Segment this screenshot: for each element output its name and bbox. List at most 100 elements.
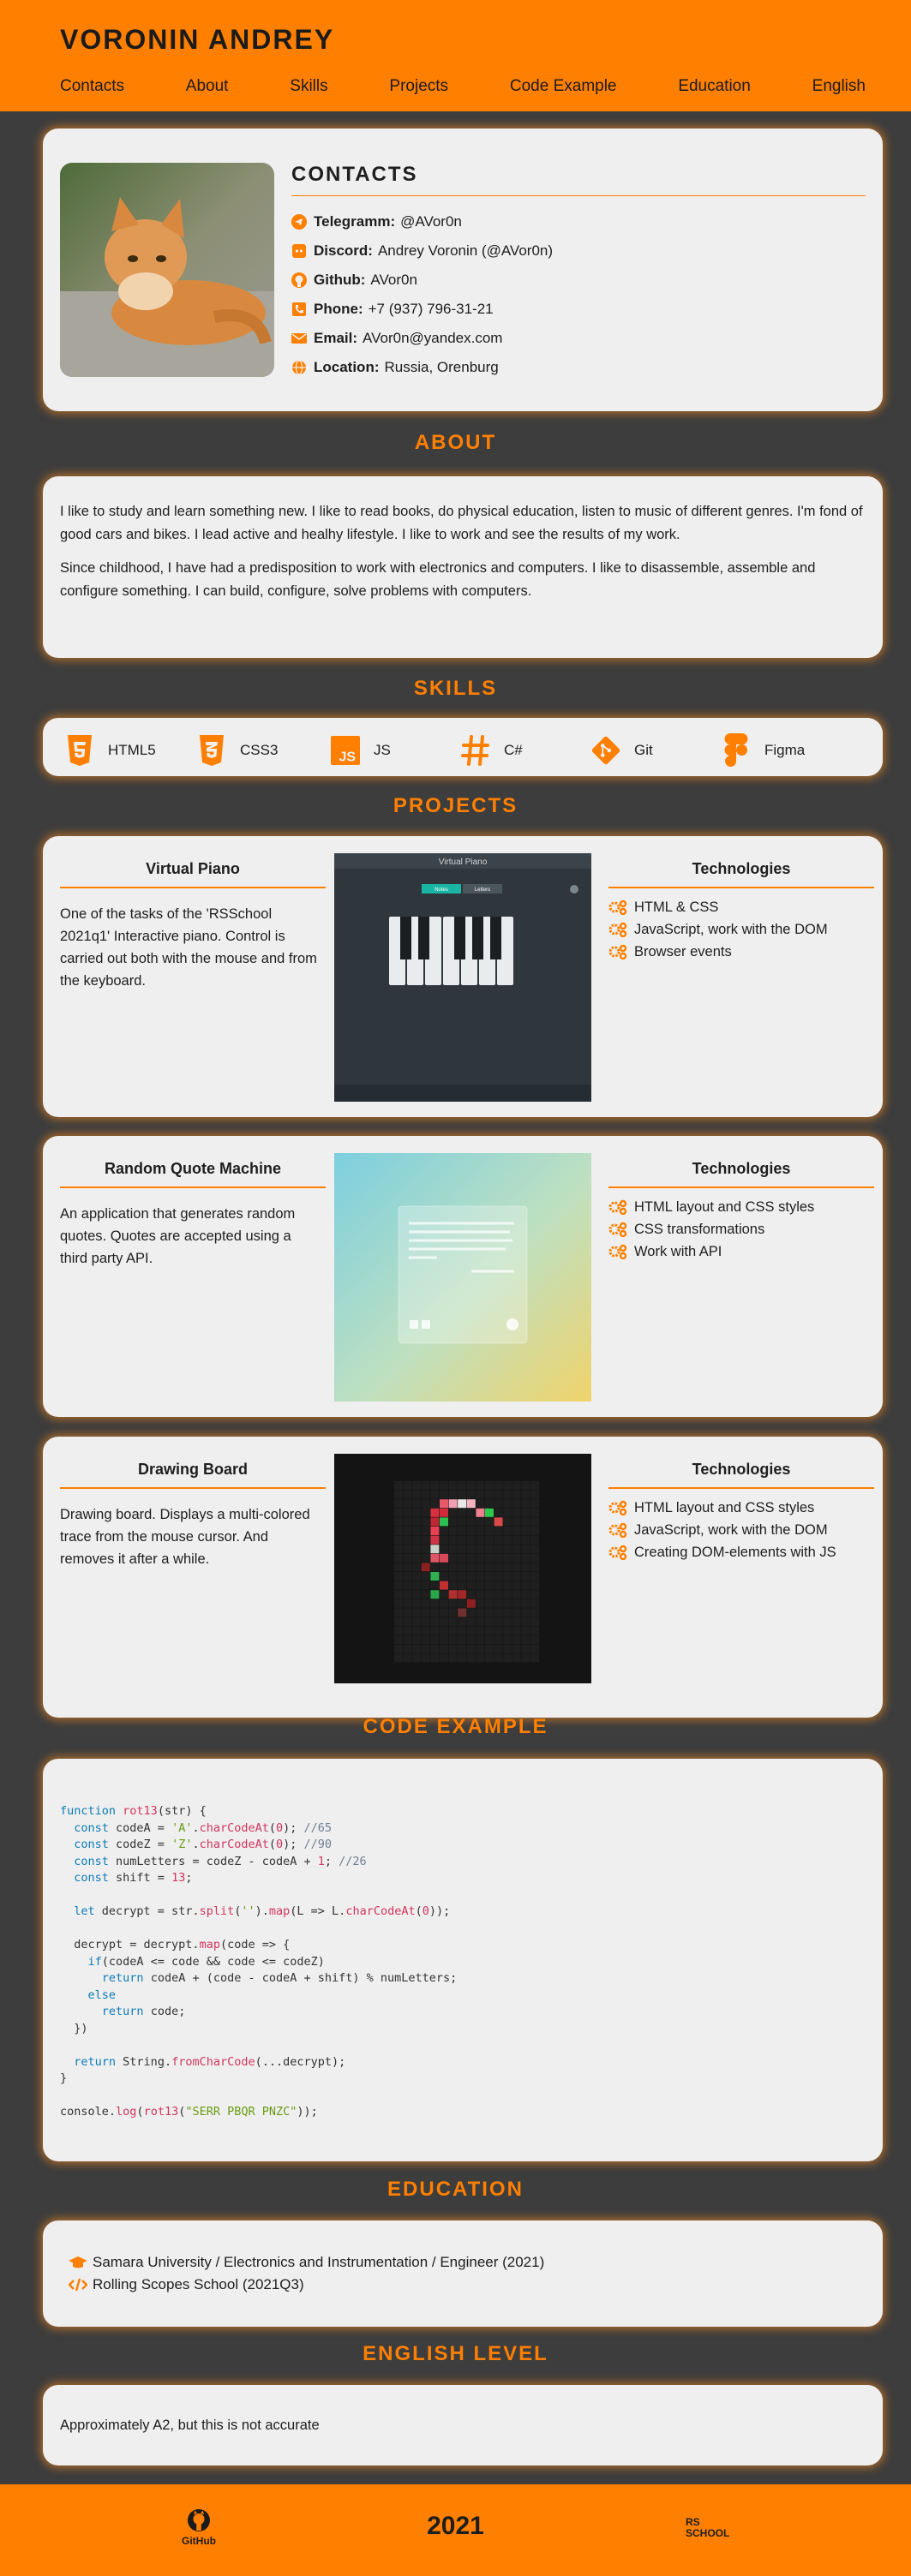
- board-cell: [412, 1572, 422, 1581]
- discord-icon: [291, 243, 307, 259]
- skill-css3: CSS3: [197, 733, 278, 768]
- project-card: Drawing Board Drawing board. Displays a …: [43, 1437, 883, 1718]
- board-cell: [485, 1563, 494, 1572]
- board-cell: [530, 1563, 539, 1572]
- project-screenshot[interactable]: Virtual Piano Notes Letters: [334, 853, 591, 1102]
- js-icon: JS: [331, 733, 360, 768]
- nav-item-skills[interactable]: Skills: [290, 77, 327, 96]
- board-cell: [466, 1635, 476, 1645]
- board-cell: [485, 1572, 494, 1581]
- board-cell: [440, 1635, 448, 1645]
- board-cell: [412, 1581, 422, 1590]
- board-cell: [430, 1490, 440, 1499]
- board-cell: [412, 1481, 422, 1490]
- board-cell: [458, 1481, 467, 1490]
- contact-value: Andrey Voronin (@AVor0n): [377, 242, 554, 259]
- project-screenshot[interactable]: [334, 1153, 591, 1402]
- board-cell: [412, 1608, 422, 1617]
- board-cell: [466, 1599, 476, 1608]
- skill-html5: HTML5: [65, 733, 156, 768]
- skill-label: JS: [374, 742, 391, 758]
- board-cell: [458, 1545, 467, 1554]
- nav-item-about[interactable]: About: [186, 77, 229, 96]
- board-cell: [421, 1644, 430, 1653]
- board-cell: [494, 1508, 503, 1517]
- contacts-title: CONTACTS: [291, 163, 866, 196]
- board-cell: [476, 1572, 485, 1581]
- nav-item-code-example[interactable]: Code Example: [510, 77, 617, 96]
- board-cell: [494, 1499, 503, 1509]
- nav-item-education[interactable]: Education: [678, 77, 751, 96]
- board-cell: [440, 1499, 448, 1509]
- board-cell: [412, 1517, 422, 1527]
- board-cell: [421, 1563, 430, 1572]
- english-title: ENGLISH LEVEL: [363, 2342, 548, 2365]
- board-cell: [440, 1535, 448, 1545]
- tech-title: Technologies: [608, 1461, 874, 1489]
- contact-github[interactable]: Github: AVor0n: [291, 266, 553, 295]
- board-cell: [448, 1490, 458, 1499]
- board-cell: [421, 1499, 430, 1509]
- skill-label: Figma: [764, 742, 806, 758]
- board-cell: [476, 1635, 485, 1645]
- board-cell: [494, 1545, 503, 1554]
- rs-school-logo[interactable]: RS SCHOOL: [686, 2517, 747, 2539]
- contact-telegram[interactable]: Telegramm: @AVor0n: [291, 207, 553, 236]
- board-cell: [440, 1626, 448, 1635]
- board-cell: [394, 1553, 403, 1563]
- board-cell: [412, 1508, 422, 1517]
- board-cell: [466, 1653, 476, 1663]
- board-cell: [530, 1490, 539, 1499]
- tech-item: Creating DOM-elements with JS: [608, 1541, 836, 1563]
- project-screenshot[interactable]: [334, 1454, 591, 1683]
- board-cell: [512, 1572, 521, 1581]
- board-cell: [530, 1581, 539, 1590]
- phone-icon: [291, 302, 307, 317]
- board-cell: [512, 1545, 521, 1554]
- board-cell: [521, 1508, 530, 1517]
- nav-item-projects[interactable]: Projects: [389, 77, 448, 96]
- board-cell: [476, 1563, 485, 1572]
- board-cell: [403, 1617, 412, 1626]
- board-cell: [394, 1581, 403, 1590]
- board-cell: [476, 1545, 485, 1554]
- board-cell: [466, 1626, 476, 1635]
- board-cell: [530, 1499, 539, 1509]
- contact-email[interactable]: Email: AVor0n@yandex.com: [291, 324, 553, 353]
- board-cell: [440, 1599, 448, 1608]
- contact-phone[interactable]: Phone: +7 (937) 796-31-21: [291, 295, 553, 324]
- education-item: Rolling Scopes School (2021Q3): [69, 2274, 883, 2296]
- english-level-text: Approximately A2, but this is not accura…: [60, 2418, 320, 2433]
- education-label: Samara University / Electronics and Inst…: [93, 2254, 545, 2270]
- contact-discord[interactable]: Discord: Andrey Voronin (@AVor0n): [291, 236, 553, 266]
- board-cell: [421, 1553, 430, 1563]
- project-description: One of the tasks of the 'RSSchool 2021q1…: [60, 906, 317, 989]
- board-cell: [485, 1599, 494, 1608]
- board-cell: [503, 1644, 512, 1653]
- telegram-icon: [291, 214, 307, 230]
- board-cell: [440, 1517, 448, 1527]
- board-cell: [458, 1563, 467, 1572]
- board-cell: [403, 1581, 412, 1590]
- board-cell: [412, 1535, 422, 1545]
- board-cell: [421, 1490, 430, 1499]
- skills-card: HTML5 CSS3 JS JS C# Git Figma: [43, 718, 883, 776]
- page-header: VORONIN ANDREY Contacts About Skills Pro…: [0, 0, 911, 111]
- board-cell: [485, 1535, 494, 1545]
- about-paragraph: Since childhood, I have had a predisposi…: [60, 560, 816, 599]
- tech-label: JavaScript, work with the DOM: [634, 1521, 828, 1538]
- contact-label: Github:: [314, 272, 366, 288]
- board-cell: [458, 1490, 467, 1499]
- nav-item-english[interactable]: English: [812, 77, 866, 96]
- board-cell: [530, 1545, 539, 1554]
- figma-icon: [722, 733, 751, 768]
- board-cell: [521, 1617, 530, 1626]
- nav-item-contacts[interactable]: Contacts: [60, 77, 124, 96]
- board-cell: [512, 1626, 521, 1635]
- board-cell: [430, 1590, 440, 1599]
- avatar: [60, 163, 274, 377]
- contact-label: Telegramm:: [314, 213, 396, 230]
- board-cell: [430, 1499, 440, 1509]
- board-cell: [403, 1635, 412, 1645]
- board-cell: [466, 1644, 476, 1653]
